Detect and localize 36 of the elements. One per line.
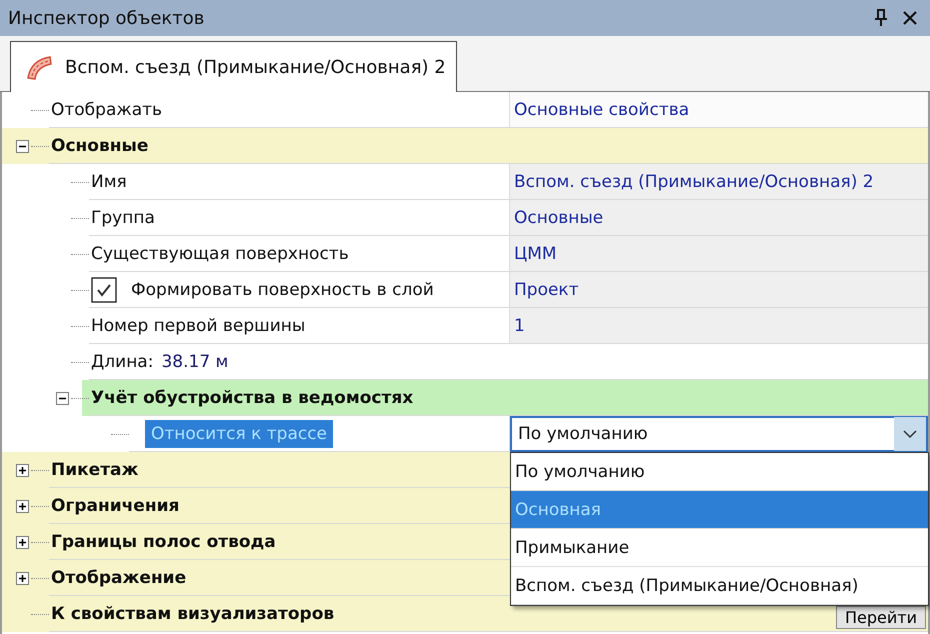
category-label[interactable]: Границы полос отвода	[51, 532, 276, 552]
close-icon[interactable]	[902, 10, 918, 26]
go-button[interactable]: Перейти	[836, 606, 926, 629]
object-tab[interactable]: Вспом. съезд (Примыкание/Основная) 2	[10, 41, 457, 92]
property-label: Номер первой вершины	[91, 316, 306, 336]
collapse-icon[interactable]	[16, 140, 29, 152]
property-label: Группа	[91, 208, 155, 228]
length-label: Длина:	[91, 352, 154, 372]
property-label: Существующая поверхность	[91, 244, 349, 264]
collapse-icon[interactable]	[56, 392, 69, 404]
checkbox[interactable]	[91, 276, 117, 302]
category-label[interactable]: Учёт обустройства в ведомостях	[91, 388, 414, 408]
expand-icon[interactable]	[16, 500, 29, 512]
category-label[interactable]: Основные	[51, 136, 148, 156]
property-value[interactable]: Проект	[514, 280, 579, 300]
road-icon	[25, 54, 53, 80]
dropdown-option[interactable]: Примыкание	[511, 529, 928, 567]
expand-icon[interactable]	[16, 572, 29, 584]
category-label[interactable]: Пикетаж	[51, 460, 138, 480]
dropdown-option[interactable]: Вспом. съезд (Примыкание/Основная)	[511, 567, 928, 605]
category-label[interactable]: Отображение	[51, 568, 186, 588]
property-value[interactable]: ЦММ	[514, 244, 557, 264]
property-label: Отображать	[51, 100, 162, 120]
property-label: Формировать поверхность в слой	[131, 280, 434, 300]
category-label[interactable]: Ограничения	[51, 496, 180, 516]
dropdown-field[interactable]: По умолчанию	[510, 416, 928, 452]
caret-icon[interactable]	[894, 416, 926, 450]
property-label: Имя	[91, 172, 127, 192]
property-value[interactable]: 1	[514, 316, 525, 336]
window-title: Инспектор объектов	[8, 8, 206, 28]
property-value[interactable]: Основные	[514, 208, 604, 228]
category-label[interactable]: К свойствам визуализаторов	[51, 604, 334, 624]
expand-icon[interactable]	[16, 464, 29, 476]
expand-icon[interactable]	[16, 536, 29, 548]
length-value: 38.17 м	[161, 352, 228, 372]
pin-icon[interactable]	[874, 9, 888, 27]
